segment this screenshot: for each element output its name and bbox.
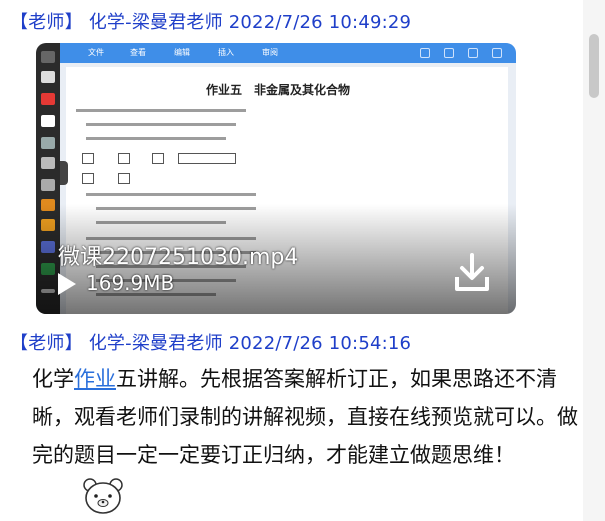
tool-icon [41, 51, 55, 63]
message-header: 【老师】 化学-梁曼君老师 2022/7/26 10:54:16 [10, 333, 412, 354]
message-text-segment: 化学 [32, 367, 74, 391]
tool-icon [41, 137, 55, 149]
download-icon[interactable] [454, 253, 490, 293]
toolbar-item: 编辑 [174, 48, 190, 57]
toolbar-item: 审阅 [262, 48, 278, 57]
redo-icon [468, 48, 478, 58]
bear-sticker-icon [83, 478, 123, 514]
collapse-toolbar-tab [60, 161, 68, 185]
message-header: 【老师】 化学-梁曼君老师 2022/7/26 10:49:29 [10, 12, 412, 33]
document-toolbar: 文件 查看 编辑 插入 审阅 [60, 43, 516, 63]
video-attachment[interactable]: 文件 查看 编辑 插入 审阅 作业五 非金属及其化合物 微课2207251030… [36, 43, 516, 314]
file-name: 微课2207251030.mp4 [58, 245, 299, 270]
pen-icon [41, 93, 55, 105]
scrollbar-thumb[interactable] [589, 34, 599, 98]
message-text: 化学作业五讲解。先根据答案解析订正，如果思路还不清晰，观看老师们录制的讲解视频，… [32, 360, 588, 474]
undo-icon [444, 48, 454, 58]
homework-link[interactable]: 作业 [74, 367, 116, 391]
toolbar-item: 查看 [130, 48, 146, 57]
toolbar-item: 插入 [218, 48, 234, 57]
save-icon [420, 48, 430, 58]
play-icon[interactable] [58, 273, 76, 295]
file-size: 169.9MB [86, 271, 175, 295]
toolbar-item: 文件 [88, 48, 104, 57]
tool-icon [41, 179, 55, 191]
document-title: 作业五 非金属及其化合物 [206, 83, 351, 97]
eraser-icon [41, 115, 55, 127]
close-icon [492, 48, 502, 58]
tool-icon [41, 157, 55, 169]
tool-icon [41, 71, 55, 83]
